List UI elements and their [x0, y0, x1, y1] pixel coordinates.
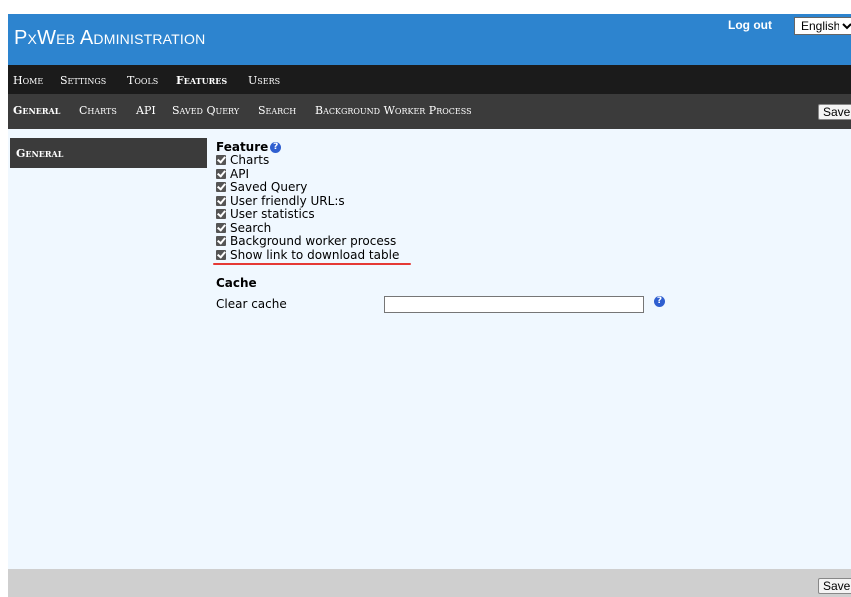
checkbox-checked-icon[interactable]: [216, 195, 226, 206]
feature-checkbox-api[interactable]: API: [216, 166, 249, 181]
nav-home[interactable]: Home: [13, 74, 43, 87]
save-button-top[interactable]: Save: [818, 104, 851, 120]
checkbox-checked-icon[interactable]: [216, 236, 226, 246]
feature-checkbox-saved-query[interactable]: Saved Query: [216, 180, 308, 194]
feature-heading: Feature?: [216, 140, 282, 154]
subnav-background-worker-process[interactable]: Background Worker Process: [315, 104, 472, 117]
checkbox-checked-icon[interactable]: [216, 209, 226, 219]
nav-users[interactable]: Users: [248, 74, 280, 87]
feature-checkbox-charts[interactable]: Charts: [216, 153, 270, 167]
checkbox-label: Search: [230, 220, 272, 235]
highlight-underline: [213, 263, 411, 265]
checkbox-label: User statistics: [230, 207, 315, 221]
cache-heading: Cache: [216, 276, 257, 290]
checkbox-checked-icon[interactable]: [216, 249, 226, 260]
feature-heading-label: Feature: [216, 140, 269, 154]
feature-checkbox-user-friendly-urls[interactable]: User friendly URL:s: [216, 193, 345, 208]
sidebar-item-label: General: [16, 147, 64, 160]
nav-tools[interactable]: Tools: [127, 74, 158, 87]
feature-checkbox-user-statistics[interactable]: User statistics: [216, 207, 315, 221]
clear-cache-input[interactable]: [384, 296, 644, 313]
subnav-charts[interactable]: Charts: [79, 104, 117, 117]
checkbox-checked-icon[interactable]: [216, 222, 226, 233]
subnav-saved-query[interactable]: Saved Query: [172, 104, 239, 117]
save-button-bottom[interactable]: Save: [818, 578, 851, 594]
logout-link[interactable]: Log out: [728, 18, 772, 32]
checkbox-label: Background worker process: [230, 234, 397, 248]
checkbox-label: API: [230, 166, 249, 181]
nav-settings[interactable]: Settings: [60, 74, 106, 87]
feature-checkbox-show-link-to-download-table[interactable]: Show link to download table: [216, 247, 400, 262]
main-nav: Home Settings Tools Features Users: [8, 65, 851, 94]
sub-nav: General Charts API Saved Query Search Ba…: [8, 94, 851, 129]
checkbox-checked-icon[interactable]: [216, 168, 226, 179]
subnav-search[interactable]: Search: [258, 104, 296, 117]
app-header: PxWeb Administration Log out English: [8, 14, 851, 65]
footer-bar: Save: [8, 569, 851, 597]
page-frame: PxWeb Administration Log out English Hom…: [8, 14, 851, 597]
nav-features[interactable]: Features: [176, 74, 227, 87]
clear-cache-label: Clear cache: [216, 297, 287, 311]
checkbox-label: Saved Query: [230, 180, 308, 194]
subnav-general[interactable]: General: [13, 104, 60, 117]
checkbox-checked-icon[interactable]: [216, 182, 226, 192]
feature-checkbox-background-worker-process[interactable]: Background worker process: [216, 234, 397, 248]
sidebar-item-general[interactable]: General: [10, 138, 207, 168]
feature-checkbox-search[interactable]: Search: [216, 220, 272, 235]
subnav-api[interactable]: API: [136, 104, 156, 117]
help-icon[interactable]: ?: [654, 296, 665, 307]
checkbox-label: Show link to download table: [230, 247, 400, 262]
language-select[interactable]: English: [794, 17, 851, 35]
checkbox-checked-icon[interactable]: [216, 155, 226, 165]
checkbox-label: Charts: [230, 153, 270, 167]
help-icon[interactable]: ?: [270, 142, 282, 153]
app-title: PxWeb Administration: [14, 27, 206, 49]
checkbox-label: User friendly URL:s: [230, 193, 345, 208]
